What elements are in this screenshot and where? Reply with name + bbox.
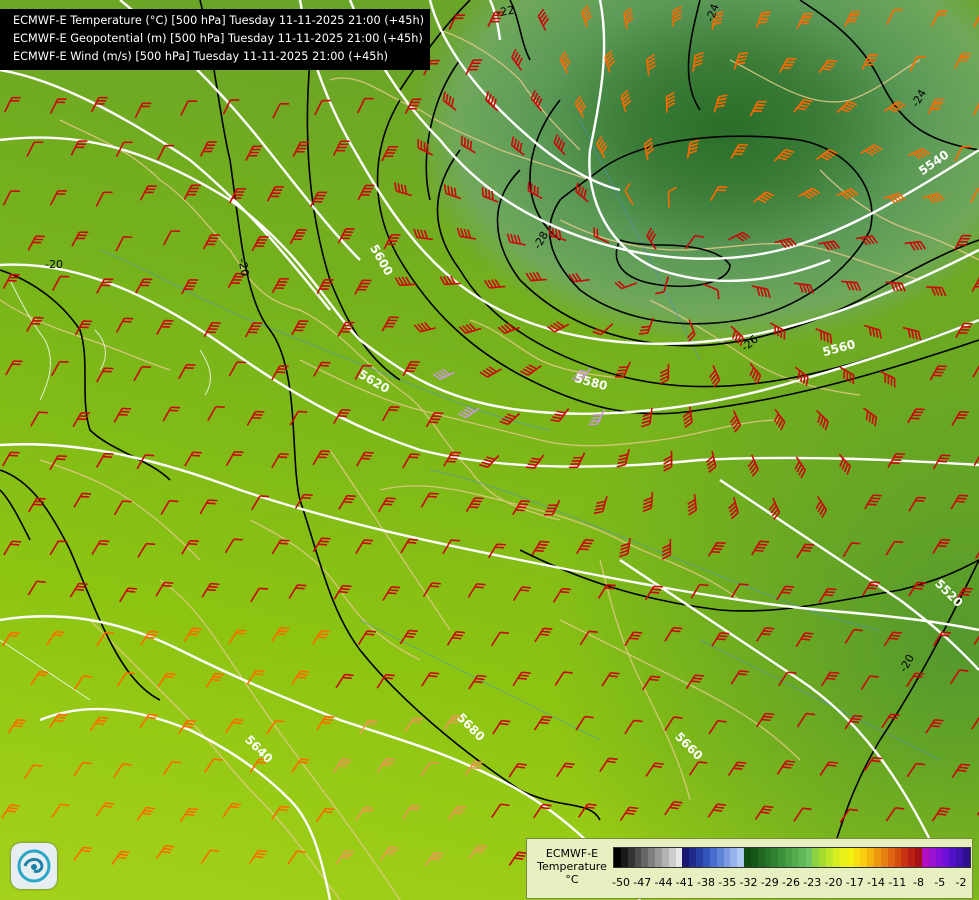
legend-swatch — [771, 848, 779, 867]
legend-tick-label: -5 — [934, 876, 946, 889]
legend-swatch — [880, 848, 888, 867]
legend-swatch — [846, 848, 854, 867]
legend-swatch — [874, 848, 881, 867]
legend-tick-label: -47 — [633, 876, 652, 889]
legend-swatch — [833, 848, 840, 867]
legend-swatch — [778, 848, 786, 867]
legend-tick-label: -26 — [782, 876, 800, 889]
legend-title-line3: °C — [565, 873, 579, 886]
legend-tick-label: -38 — [697, 876, 715, 889]
legend-ticks: -50 -47 -44 -41 -38 -35 -32 -29 -26 -23 -20 -17 -14-… — [612, 876, 969, 890]
legend-swatch — [908, 848, 916, 867]
legend-swatch — [894, 848, 902, 867]
legend-tick-label: -35 — [718, 876, 737, 889]
header-line-wind: ECMWF-E Wind (m/s) [500 hPa] Tuesday 11-… — [13, 50, 389, 63]
legend-swatch — [942, 848, 950, 867]
legend-swatch — [826, 848, 833, 867]
legend-swatch — [750, 848, 758, 867]
header-line-geopotential: ECMWF-E Geopotential (m) [500 hPa] Tuesd… — [13, 32, 423, 45]
temperature-label: -20 — [45, 258, 63, 271]
legend-swatch — [696, 848, 703, 867]
legend-swatch — [901, 848, 909, 867]
legend-title-line1: ECMWF-E — [545, 847, 599, 860]
legend-swatch — [723, 848, 731, 867]
legend-swatch — [887, 848, 895, 867]
legend-tick-label: -29 — [760, 876, 779, 889]
legend-swatch — [614, 848, 621, 867]
legend-swatch — [627, 848, 635, 867]
map-header: ECMWF-E Temperature (°C) [500 hPa] Tuesd… — [0, 9, 431, 70]
temperature-legend: ECMWF-E Temperature °C -50 -47 -44 -41 -38 -3… — [526, 838, 973, 899]
legend-swatch — [757, 848, 765, 867]
legend-swatch — [709, 848, 717, 867]
legend-swatch — [682, 848, 690, 867]
legend-swatch — [956, 848, 964, 867]
legend-swatch — [716, 848, 724, 867]
legend-tick-label: -41 — [675, 876, 694, 889]
legend-swatch — [737, 848, 745, 867]
legend-tick-label: -32 — [739, 876, 758, 889]
header-line-temperature: ECMWF-E Temperature (°C) [500 hPa] Tuesd… — [13, 14, 425, 27]
legend-tick-label: -23 — [803, 876, 822, 889]
legend-swatch — [764, 848, 772, 867]
legend-swatch — [791, 848, 799, 867]
legend-swatch — [730, 848, 738, 867]
legend-swatch — [744, 848, 751, 867]
legend-tick-label: -17 — [845, 876, 864, 889]
legend-swatch — [805, 848, 813, 867]
legend-swatch — [702, 848, 710, 867]
legend-swatch — [620, 848, 628, 867]
legend-swatch — [819, 848, 827, 867]
legend-swatch — [648, 848, 656, 867]
legend-swatch — [928, 848, 936, 867]
legend-swatch — [798, 848, 806, 867]
legend-swatch — [661, 848, 669, 867]
legend-swatch — [689, 848, 697, 867]
legend-tick-label: -14 — [867, 876, 885, 889]
legend-tick-label: -44 — [654, 876, 673, 889]
map-canvas: 554055605580560055205620568056605640 -22… — [0, 0, 979, 900]
legend-swatch — [675, 848, 683, 867]
legend-swatch — [860, 848, 868, 867]
legend-swatch — [641, 848, 649, 867]
legend-swatch — [915, 848, 922, 867]
legend-tick-label: -2 — [955, 876, 967, 889]
legend-swatch — [668, 848, 676, 867]
legend-title-line2: Temperature — [537, 860, 607, 873]
legend-swatch — [921, 848, 929, 867]
legend-swatch — [634, 848, 642, 867]
legend-swatch — [867, 848, 875, 867]
legend-swatch — [839, 848, 847, 867]
legend-swatch — [949, 848, 957, 867]
legend-title: ECMWF-E Temperature °C — [531, 847, 613, 886]
legend-tick-label: -50 — [612, 876, 630, 889]
legend-tick-label: -8 — [913, 876, 924, 889]
legend-swatch — [853, 848, 861, 867]
legend-tick-label: -11 — [888, 876, 907, 889]
legend-swatch — [935, 848, 943, 867]
legend-colorbar — [613, 847, 971, 868]
ecmwf-logo — [11, 843, 57, 889]
legend-tick-label: -20 — [824, 876, 843, 889]
legend-swatch — [812, 848, 820, 867]
legend-swatch — [655, 848, 662, 867]
legend-swatch — [963, 848, 970, 867]
legend-swatch — [785, 848, 792, 867]
